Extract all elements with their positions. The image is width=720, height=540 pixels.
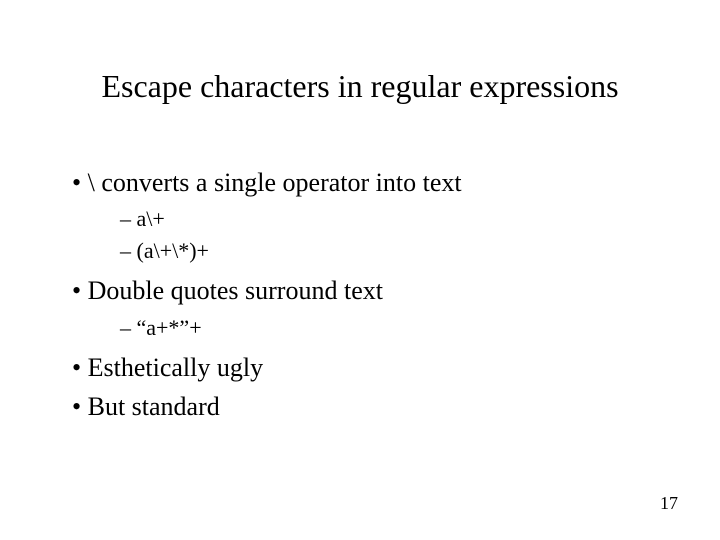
bullet-2-text: Double quotes surround text — [88, 276, 383, 305]
bullet-1-sub-1: a\+ — [120, 204, 660, 234]
slide-title: Escape characters in regular expressions — [0, 68, 720, 105]
bullet-2-sub-1: “a+*”+ — [120, 313, 660, 343]
bullet-1-text: \ converts a single operator into text — [88, 168, 462, 197]
bullet-4: But standard — [72, 389, 660, 424]
slide: Escape characters in regular expressions… — [0, 0, 720, 540]
bullet-3-text: Esthetically ugly — [88, 353, 263, 382]
bullet-1-sub-2: (a\+\*)+ — [120, 236, 660, 266]
bullet-2: Double quotes surround text — [72, 273, 660, 308]
slide-body: \ converts a single operator into text a… — [72, 165, 660, 428]
bullet-1-sub-2-text: (a\+\*)+ — [137, 238, 209, 263]
bullet-2-sub-1-text: “a+*”+ — [137, 315, 202, 340]
bullet-1: \ converts a single operator into text — [72, 165, 660, 200]
bullet-1-sub-1-text: a\+ — [137, 206, 165, 231]
page-number: 17 — [660, 493, 678, 514]
bullet-4-text: But standard — [88, 392, 220, 421]
bullet-3: Esthetically ugly — [72, 350, 660, 385]
